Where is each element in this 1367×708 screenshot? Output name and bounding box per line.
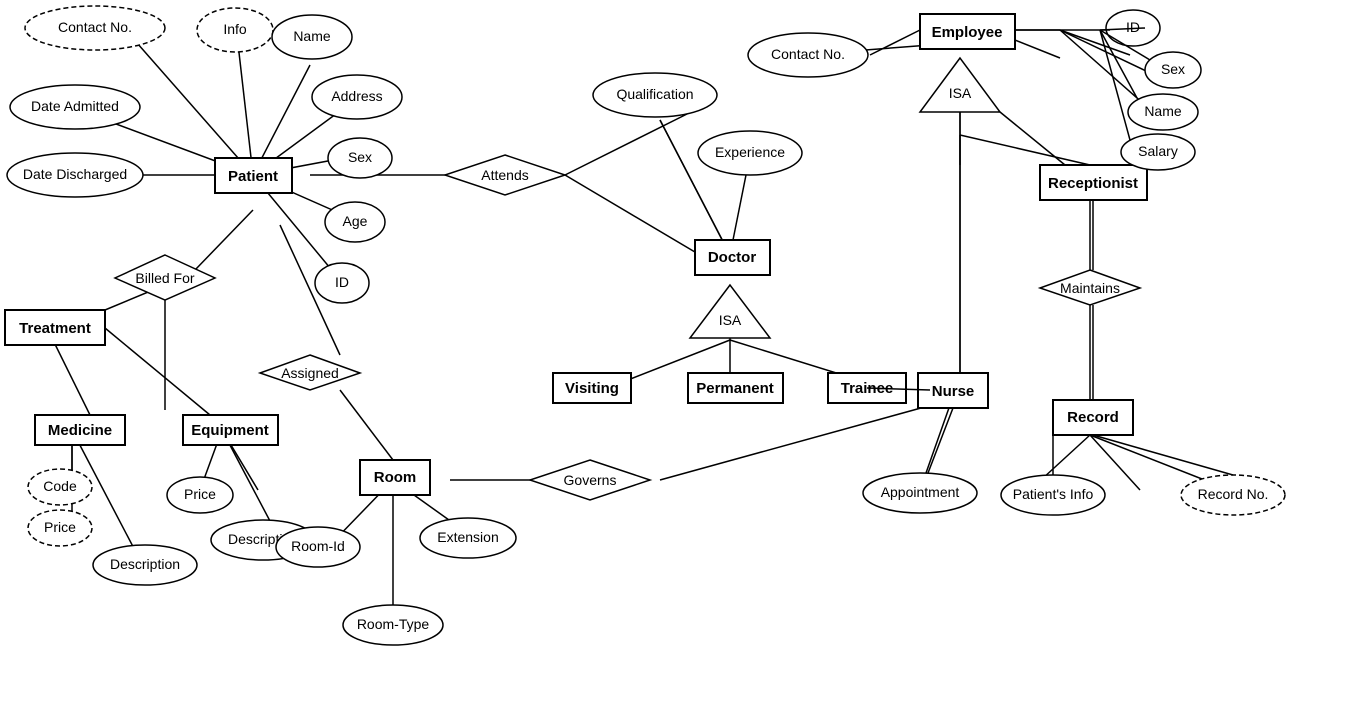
- employee-isa-label: ISA: [949, 85, 972, 101]
- info-label: Info: [223, 21, 247, 37]
- record-no-label: Record No.: [1198, 486, 1269, 502]
- billed-for-label: Billed For: [135, 270, 194, 286]
- patient-id-label: ID: [335, 274, 349, 290]
- emp-name-label: Name: [1144, 103, 1182, 119]
- patients-info-label: Patient's Info: [1013, 486, 1094, 502]
- qualification-label: Qualification: [616, 86, 693, 102]
- date-admitted-label: Date Admitted: [31, 98, 119, 114]
- room-id-label: Room-Id: [291, 538, 345, 554]
- sex-label: Sex: [348, 149, 372, 165]
- patient-label: Patient: [228, 168, 278, 185]
- experience-label: Experience: [715, 144, 785, 160]
- room-type-label: Room-Type: [357, 616, 430, 632]
- address-label: Address: [331, 88, 382, 104]
- doctor-label: Doctor: [708, 249, 756, 266]
- equipment-price-label: Price: [184, 486, 216, 502]
- room-label: Room: [374, 469, 417, 486]
- date-discharged-label: Date Discharged: [23, 166, 127, 182]
- appointment-label: Appointment: [881, 484, 960, 500]
- medicine-code-label: Code: [43, 478, 77, 494]
- record-label: Record: [1067, 409, 1119, 426]
- emp-id-label: ID: [1126, 19, 1140, 35]
- patient-name-label: Name: [293, 28, 331, 44]
- maintains-label: Maintains: [1060, 280, 1120, 296]
- medicine-desc-label: Description: [110, 556, 180, 572]
- attends-label: Attends: [481, 167, 528, 183]
- emp-sex-label: Sex: [1161, 61, 1185, 77]
- emp-contact-label: Contact No.: [771, 46, 845, 62]
- receptionist-label: Receptionist: [1048, 175, 1138, 192]
- governs-label: Governs: [564, 472, 617, 488]
- permanent-label: Permanent: [696, 380, 774, 397]
- medicine-label: Medicine: [48, 422, 112, 439]
- equipment-label: Equipment: [191, 422, 269, 439]
- medicine-price-label: Price: [44, 519, 76, 535]
- employee-label: Employee: [932, 24, 1003, 41]
- emp-salary-label: Salary: [1138, 143, 1178, 159]
- nurse-label: Nurse: [932, 383, 975, 400]
- treatment-label: Treatment: [19, 320, 91, 337]
- room-extension-label: Extension: [437, 529, 498, 545]
- visiting-label: Visiting: [565, 380, 619, 397]
- age-label: Age: [343, 213, 368, 229]
- assigned-label: Assigned: [281, 365, 339, 381]
- contact-no-dashed-label: Contact No.: [58, 19, 132, 35]
- doctor-isa-label: ISA: [719, 312, 742, 328]
